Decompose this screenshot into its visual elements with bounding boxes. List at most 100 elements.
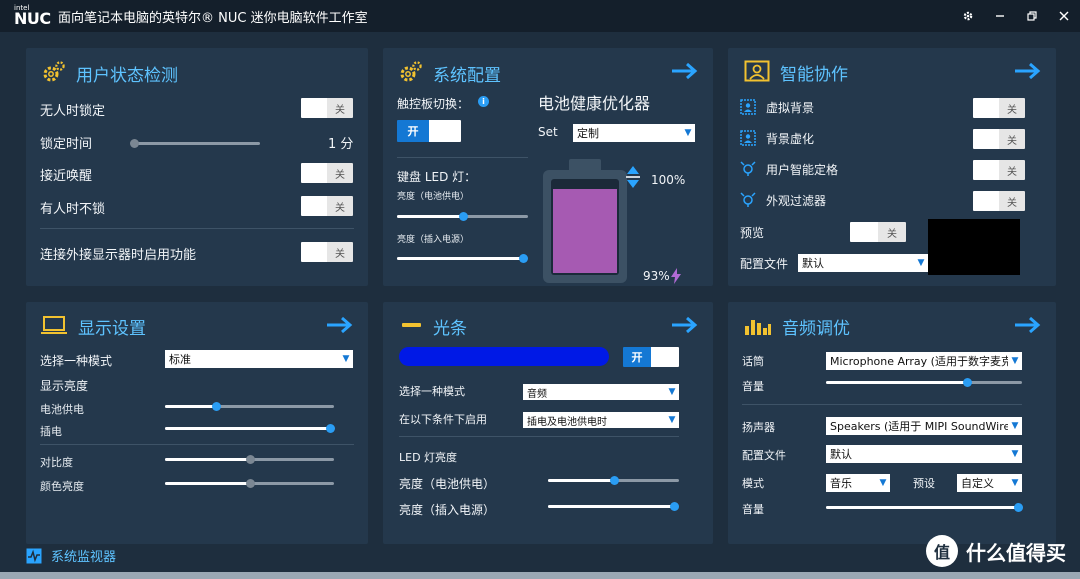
arrow-right-icon[interactable] <box>1014 62 1042 80</box>
background-blur-icon <box>740 130 756 146</box>
lock-time-label: 锁定时间 <box>40 137 93 152</box>
mic-select[interactable]: Microphone Array (适用于数字麦克风 ▼ <box>826 352 1022 370</box>
settings-gear-icon[interactable] <box>952 0 984 32</box>
audio-preset-select[interactable]: 自定义 ▼ <box>957 474 1022 492</box>
display-mode-label: 选择一种模式 <box>40 354 113 368</box>
system-monitor-link[interactable]: 系统监视器 <box>26 546 116 565</box>
appearance-filter-toggle[interactable]: 关 <box>973 191 1025 211</box>
charge-limit-handle-icon[interactable] <box>626 165 640 191</box>
battery-level-value: 93% <box>643 269 670 283</box>
divider <box>397 157 528 158</box>
battery-set-select[interactable]: 定制 ▼ <box>573 124 695 142</box>
color-brightness-label: 颜色亮度 <box>40 480 84 493</box>
light-bar-icon <box>401 315 423 338</box>
user-status-title: 用户状态检测 <box>76 66 178 86</box>
speaker-volume-slider[interactable] <box>826 503 1023 512</box>
color-brightness-slider[interactable] <box>165 479 334 488</box>
mic-label: 话筒 <box>742 355 764 368</box>
virtual-background-icon <box>740 99 756 115</box>
restore-icon[interactable] <box>1016 0 1048 32</box>
light-bar-mode-select[interactable]: 音频 ▼ <box>523 384 679 400</box>
minimize-icon[interactable] <box>984 0 1016 32</box>
approach-wake-toggle[interactable]: 关 <box>301 163 353 183</box>
light-bar-mode-label: 选择一种模式 <box>399 385 465 398</box>
watermark-text: 什么值得买 <box>966 540 1066 565</box>
light-bar-toggle[interactable]: 开 <box>623 347 679 367</box>
display-plugged-slider[interactable] <box>165 424 335 433</box>
battery-graphic <box>543 159 627 283</box>
divider <box>742 404 1022 405</box>
bg-blur-toggle[interactable]: 关 <box>973 129 1025 149</box>
divider <box>40 228 354 229</box>
profile-label: 配置文件 <box>740 257 789 271</box>
touchpad-toggle[interactable]: 开 <box>397 120 461 142</box>
no-lock-present-toggle[interactable]: 关 <box>301 196 353 216</box>
external-display-toggle[interactable]: 关 <box>301 242 353 262</box>
title-bar: intel NUC 面向笔记本电脑的英特尔® NUC 迷你电脑软件工作室 <box>0 0 1080 32</box>
audio-mode-label: 模式 <box>742 477 764 490</box>
contrast-slider[interactable] <box>165 455 334 464</box>
audio-profile-select[interactable]: 默认 ▼ <box>826 445 1022 463</box>
arrow-right-icon[interactable] <box>326 316 354 334</box>
lock-time-slider[interactable] <box>130 139 260 148</box>
virtual-bg-label: 虚拟背景 <box>766 101 815 115</box>
heartbeat-monitor-icon <box>26 548 42 563</box>
speaker-select[interactable]: Speakers (适用于 MIPI SoundWire ▼ <box>826 417 1022 435</box>
intel-nuc-logo: intel NUC <box>14 4 51 28</box>
arrow-right-icon[interactable] <box>671 316 699 334</box>
audio-mode-select[interactable]: 音乐 ▼ <box>826 474 890 492</box>
lock-when-absent-toggle[interactable]: 关 <box>301 98 353 118</box>
light-plugged-slider[interactable] <box>548 502 679 511</box>
battery-optimizer-title: 电池健康优化器 <box>538 94 651 113</box>
lock-when-absent-label: 无人时锁定 <box>40 104 106 119</box>
preview-label: 预览 <box>740 226 765 240</box>
watermark: 值 什么值得买 <box>926 535 1066 567</box>
kb-led-label: 键盘 LED 灯： <box>397 170 477 184</box>
appearance-filter-label: 外观过滤器 <box>766 194 827 208</box>
audio-tuning-title: 音频调优 <box>782 319 850 339</box>
external-display-label: 连接外接显示器时启用功能 <box>40 248 197 263</box>
display-mode-select[interactable]: 标准 ▼ <box>165 350 353 368</box>
display-battery-slider[interactable] <box>165 402 334 411</box>
light-battery-slider[interactable] <box>548 476 679 485</box>
display-settings-card: 显示设置 选择一种模式 标准 ▼ 显示亮度 电池供电 插电 对比度 颜色亮度 <box>26 302 368 544</box>
preview-toggle[interactable]: 关 <box>850 222 906 242</box>
charging-bolt-icon <box>671 268 681 284</box>
auto-frame-label: 用户智能定格 <box>766 163 839 177</box>
kb-brightness-plugged-label: 亮度（插入电源） <box>397 235 470 245</box>
approach-wake-label: 接近唤醒 <box>40 169 93 184</box>
arrow-right-icon[interactable] <box>1014 316 1042 334</box>
kb-brightness-battery-slider[interactable] <box>397 212 528 221</box>
set-label: Set <box>538 125 558 139</box>
light-plugged-label: 亮度（插入电源） <box>399 503 496 517</box>
system-config-card: 系统配置 触控板切换： i 开 键盘 LED 灯： 亮度（电池供电） 亮度（插入… <box>383 48 713 286</box>
smart-collab-card: 智能协作 虚拟背景 关 背景虚化 关 用户智能定格 关 外观过滤器 关 预览 关… <box>728 48 1056 286</box>
audio-profile-label: 配置文件 <box>742 449 786 462</box>
contrast-label: 对比度 <box>40 456 73 469</box>
gears-icon <box>397 60 423 87</box>
light-bar-card: 光条 开 选择一种模式 音频 ▼ 在以下条件下启用 插电及电池供电时 ▼ LED 灯… <box>383 302 713 544</box>
laptop-icon <box>40 315 68 338</box>
appearance-filter-icon <box>740 192 756 207</box>
mic-volume-slider[interactable] <box>826 378 1022 387</box>
profile-select[interactable]: 默认 ▼ <box>798 254 928 272</box>
audio-preset-label: 预设 <box>913 477 935 490</box>
close-icon[interactable] <box>1048 0 1080 32</box>
info-icon[interactable]: i <box>478 96 489 107</box>
light-battery-label: 亮度（电池供电） <box>399 477 496 491</box>
light-bar-color-strip[interactable] <box>399 347 609 366</box>
user-status-card: 用户状态检测 无人时锁定 关 锁定时间 1 分 接近唤醒 关 有人时不锁 关 连… <box>26 48 368 286</box>
kb-brightness-plugged-slider[interactable] <box>397 254 528 263</box>
virtual-bg-toggle[interactable]: 关 <box>973 98 1025 118</box>
audio-tuning-card: 音频调优 话筒 Microphone Array (适用于数字麦克风 ▼ 音量 扬… <box>728 302 1056 544</box>
arrow-right-icon[interactable] <box>671 62 699 80</box>
portrait-frame-icon <box>744 60 770 85</box>
auto-framing-icon <box>740 161 756 176</box>
light-bar-condition-select[interactable]: 插电及电池供电时 ▼ <box>523 412 679 428</box>
mic-volume-label: 音量 <box>742 380 764 393</box>
light-bar-condition-label: 在以下条件下启用 <box>399 413 487 426</box>
equalizer-icon <box>744 314 772 339</box>
gears-icon <box>40 60 66 87</box>
auto-frame-toggle[interactable]: 关 <box>973 160 1025 180</box>
system-config-title: 系统配置 <box>433 66 501 86</box>
